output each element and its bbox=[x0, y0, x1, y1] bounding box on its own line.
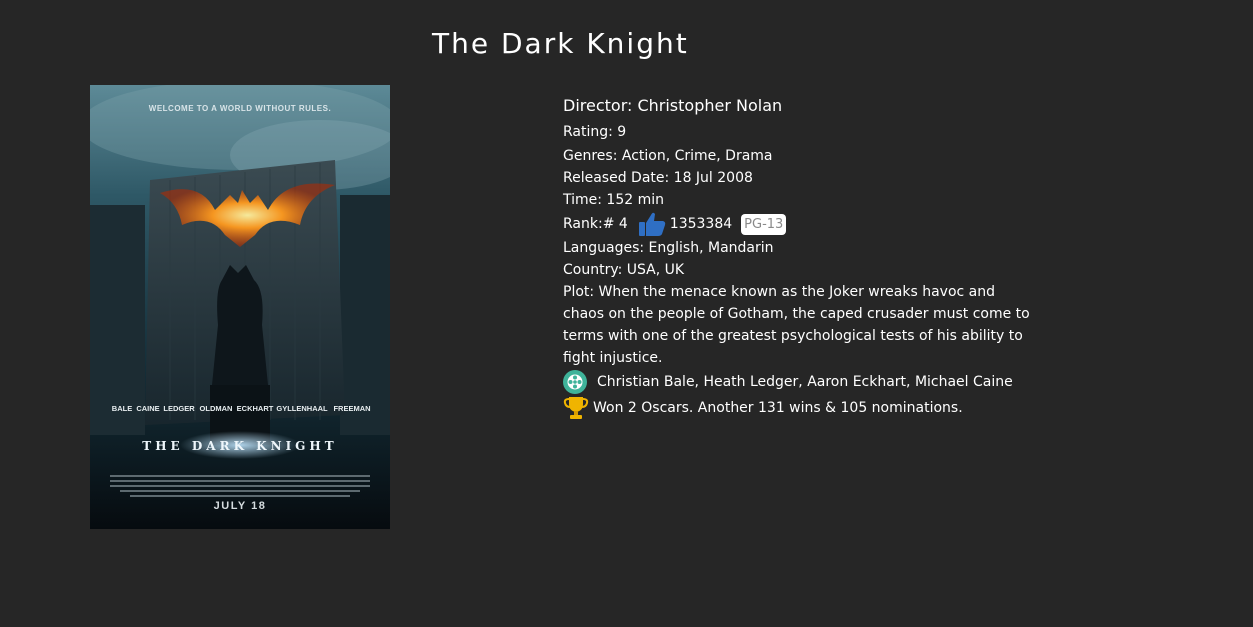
cast-list: Christian Bale, Heath Ledger, Aaron Eckh… bbox=[597, 374, 1013, 390]
film-reel-icon bbox=[563, 370, 587, 394]
awards-row: Won 2 Oscars. Another 131 wins & 105 nom… bbox=[563, 395, 1033, 421]
poster-release: JULY 18 bbox=[214, 500, 267, 512]
movie-title: The Dark Knight bbox=[432, 27, 689, 60]
country: Country: USA, UK bbox=[563, 262, 685, 278]
movie-detail-page: The Dark Knight WELCOME TO A WORLD WITHO… bbox=[0, 0, 1253, 627]
poster-cast-name: OLDMAN bbox=[200, 404, 233, 413]
thumbs-up-icon bbox=[638, 211, 666, 237]
rating: Rating: 9 bbox=[563, 124, 627, 140]
poster-tagline: WELCOME TO A WORLD WITHOUT RULES. bbox=[149, 104, 331, 113]
poster-cast-name: LEDGER bbox=[163, 404, 195, 413]
poster-cast-name: FREEMAN bbox=[333, 404, 370, 413]
runtime: Time: 152 min bbox=[563, 192, 665, 208]
poster-cast-name: ECKHART bbox=[237, 404, 274, 413]
trophy-icon bbox=[563, 395, 589, 421]
rank: Rank:# 4 bbox=[563, 216, 628, 232]
director: Director: Christopher Nolan bbox=[563, 96, 783, 115]
mpaa-rating-badge: PG-13 bbox=[741, 213, 787, 235]
cast-row: Christian Bale, Heath Ledger, Aaron Eckh… bbox=[563, 369, 1033, 395]
awards: Won 2 Oscars. Another 131 wins & 105 nom… bbox=[593, 400, 963, 416]
languages: Languages: English, Mandarin bbox=[563, 240, 774, 256]
vote-count: 1353384 bbox=[669, 216, 733, 232]
poster-cast-name: GYLLENHAAL bbox=[276, 404, 328, 413]
poster-logo: THE DARK KNIGHT bbox=[142, 439, 337, 453]
release-date: Released Date: 18 Jul 2008 bbox=[563, 170, 753, 186]
movie-info: Director: Christopher Nolan Rating: 9 Ge… bbox=[563, 93, 1033, 421]
genres: Genres: Action, Crime, Drama bbox=[563, 148, 773, 164]
plot: Plot: When the menace known as the Joker… bbox=[563, 284, 1030, 366]
poster-cast-name: BALE bbox=[112, 404, 132, 413]
movie-poster: WELCOME TO A WORLD WITHOUT RULES. BALE CA… bbox=[90, 85, 390, 529]
poster-cast-name: CAINE bbox=[136, 404, 159, 413]
rank-row: Rank:# 4 1353384 PG-13 bbox=[563, 211, 1033, 237]
